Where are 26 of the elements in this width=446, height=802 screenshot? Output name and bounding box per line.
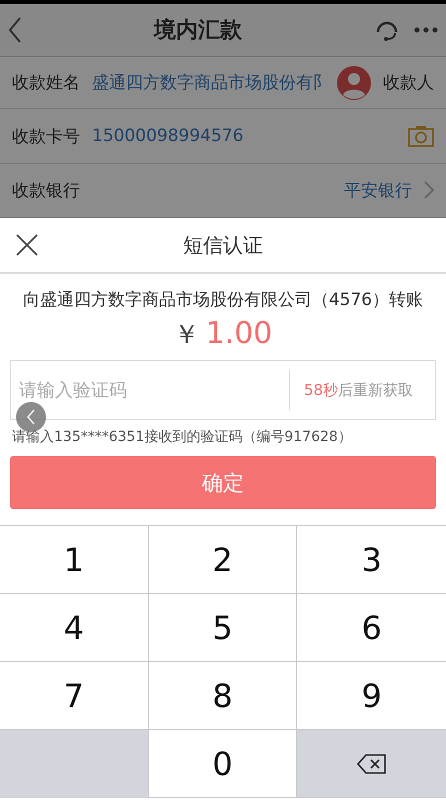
amount: 1.00 [206,316,272,351]
field-label: 收款银行 [12,180,80,202]
chevron-left-icon [26,409,36,425]
digit-key[interactable]: 1 [0,526,149,594]
digit-key[interactable]: 4 [0,594,149,662]
digit-key[interactable]: 8 [148,662,298,730]
digit-key[interactable]: 2 [148,526,298,594]
payee-name: 盛通四方数字商品市场股份有阝 [92,72,325,94]
field-label: 收款姓名 [12,72,80,94]
digit-key[interactable]: 0 [148,730,298,798]
sheet-title: 短信认证 [183,232,263,258]
digit-key[interactable]: 7 [0,662,149,730]
transfer-description: 向盛通四方数字商品市场股份有限公司（4576）转账 [22,289,424,310]
close-button[interactable] [14,232,40,258]
code-hint: 请输入135****6351接收到的验证码（编号917628） [11,428,353,447]
digit-key[interactable]: 5 [148,594,298,662]
page-title: 境内汇款 [154,16,242,45]
payee-button[interactable]: 收款人 [383,71,434,94]
card-number: 15000098994576 [92,126,244,146]
field-label: 收款卡号 [12,126,80,148]
backspace-icon [356,754,387,774]
avatar-icon [337,66,371,100]
more-icon[interactable] [414,26,438,33]
currency-symbol: ￥ [174,319,200,352]
back-icon[interactable] [8,16,22,43]
bank-name: 平安银行 [344,180,412,202]
